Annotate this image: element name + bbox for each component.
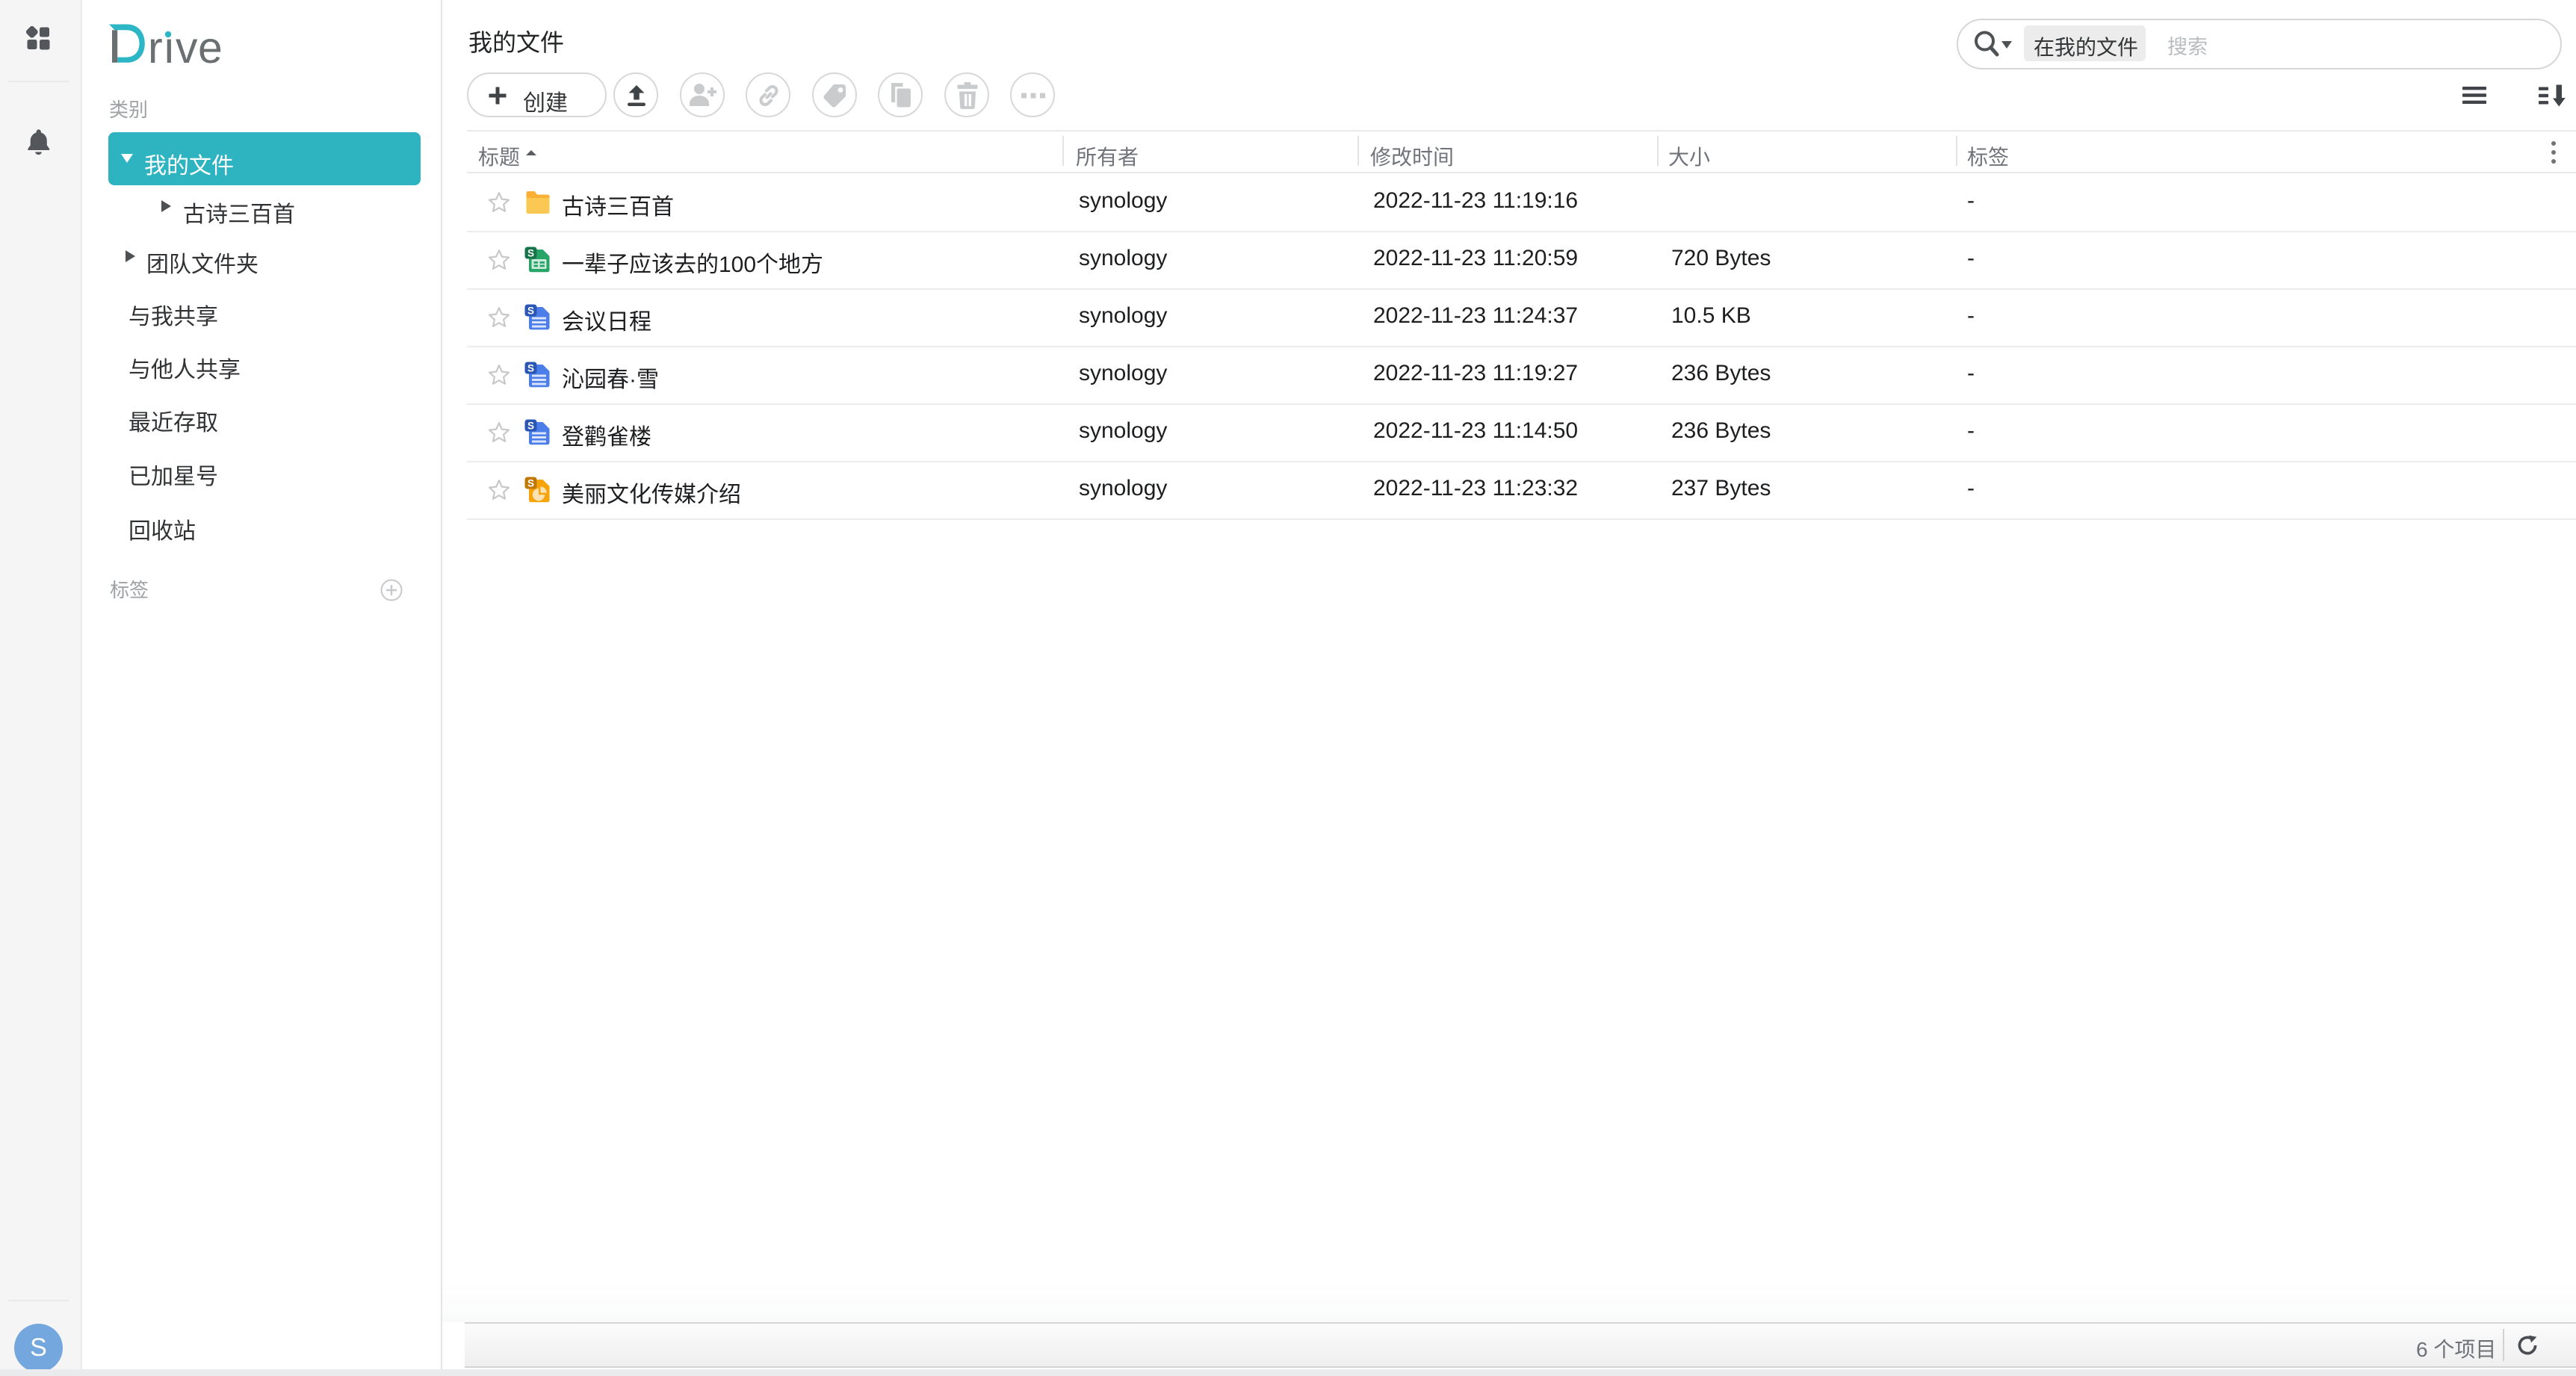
svg-text:rıve: rıve [148, 23, 223, 66]
svg-text:S: S [527, 248, 534, 259]
svg-text:S: S [527, 478, 534, 489]
svg-text:S: S [527, 363, 534, 374]
svg-text:S: S [527, 306, 534, 317]
svg-text:S: S [527, 421, 534, 432]
